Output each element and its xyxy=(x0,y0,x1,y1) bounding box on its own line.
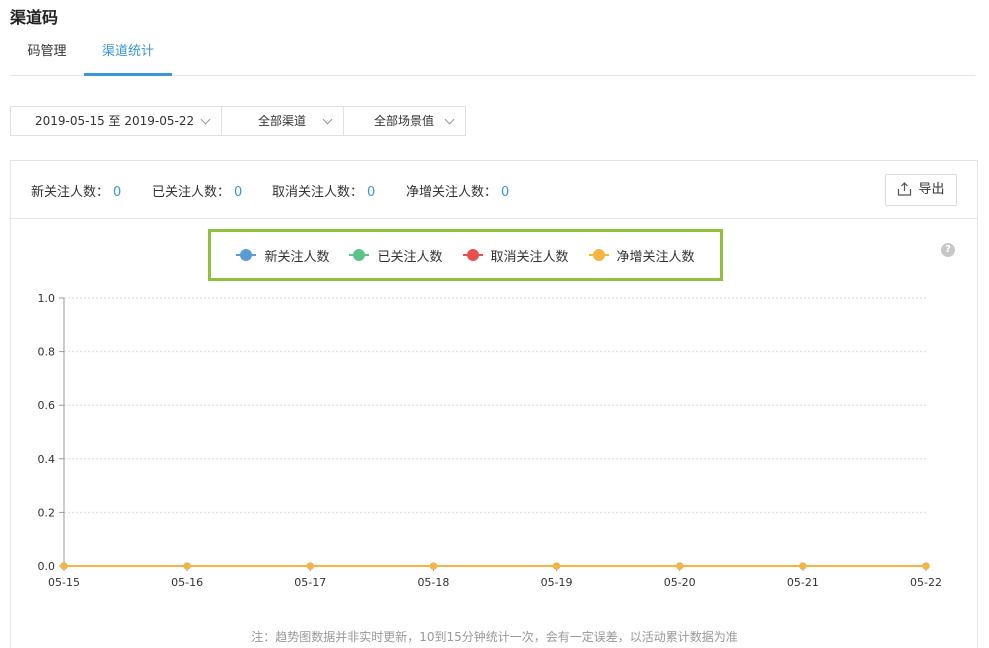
chart-note: 注：趋势图数据并非实时更新，10到15分钟统计一次，会有一定误差，以活动累计数据… xyxy=(251,630,738,644)
series-point-4 xyxy=(183,562,191,570)
x-tick-label: 05-21 xyxy=(787,576,819,589)
series-point-4 xyxy=(306,562,314,570)
y-tick-label: 1.0 xyxy=(38,292,56,305)
y-tick-label: 0.0 xyxy=(38,560,56,573)
series-point-4 xyxy=(922,562,930,570)
series-point-4 xyxy=(676,562,684,570)
series-point-4 xyxy=(799,562,807,570)
x-tick-label: 05-16 xyxy=(171,576,203,589)
series-point-4 xyxy=(553,562,561,570)
x-tick-label: 05-20 xyxy=(664,576,696,589)
y-tick-label: 0.6 xyxy=(38,399,56,412)
x-tick-label: 05-19 xyxy=(541,576,573,589)
trend-line-chart: 0.0 0.2 0.4 0.6 0.8 1.0 05-15 05-16 05-17 05-18 05… xyxy=(38,292,942,589)
x-tick-label: 05-18 xyxy=(417,576,449,589)
y-tick-label: 0.8 xyxy=(38,346,56,359)
y-tick-label: 0.4 xyxy=(38,453,56,466)
series-point-4 xyxy=(60,562,68,570)
x-tick-label: 05-15 xyxy=(48,576,80,589)
series-point-4 xyxy=(429,562,437,570)
y-tick-label: 0.2 xyxy=(38,506,56,519)
x-tick-label: 05-17 xyxy=(294,576,326,589)
x-tick-label: 05-22 xyxy=(910,576,942,589)
